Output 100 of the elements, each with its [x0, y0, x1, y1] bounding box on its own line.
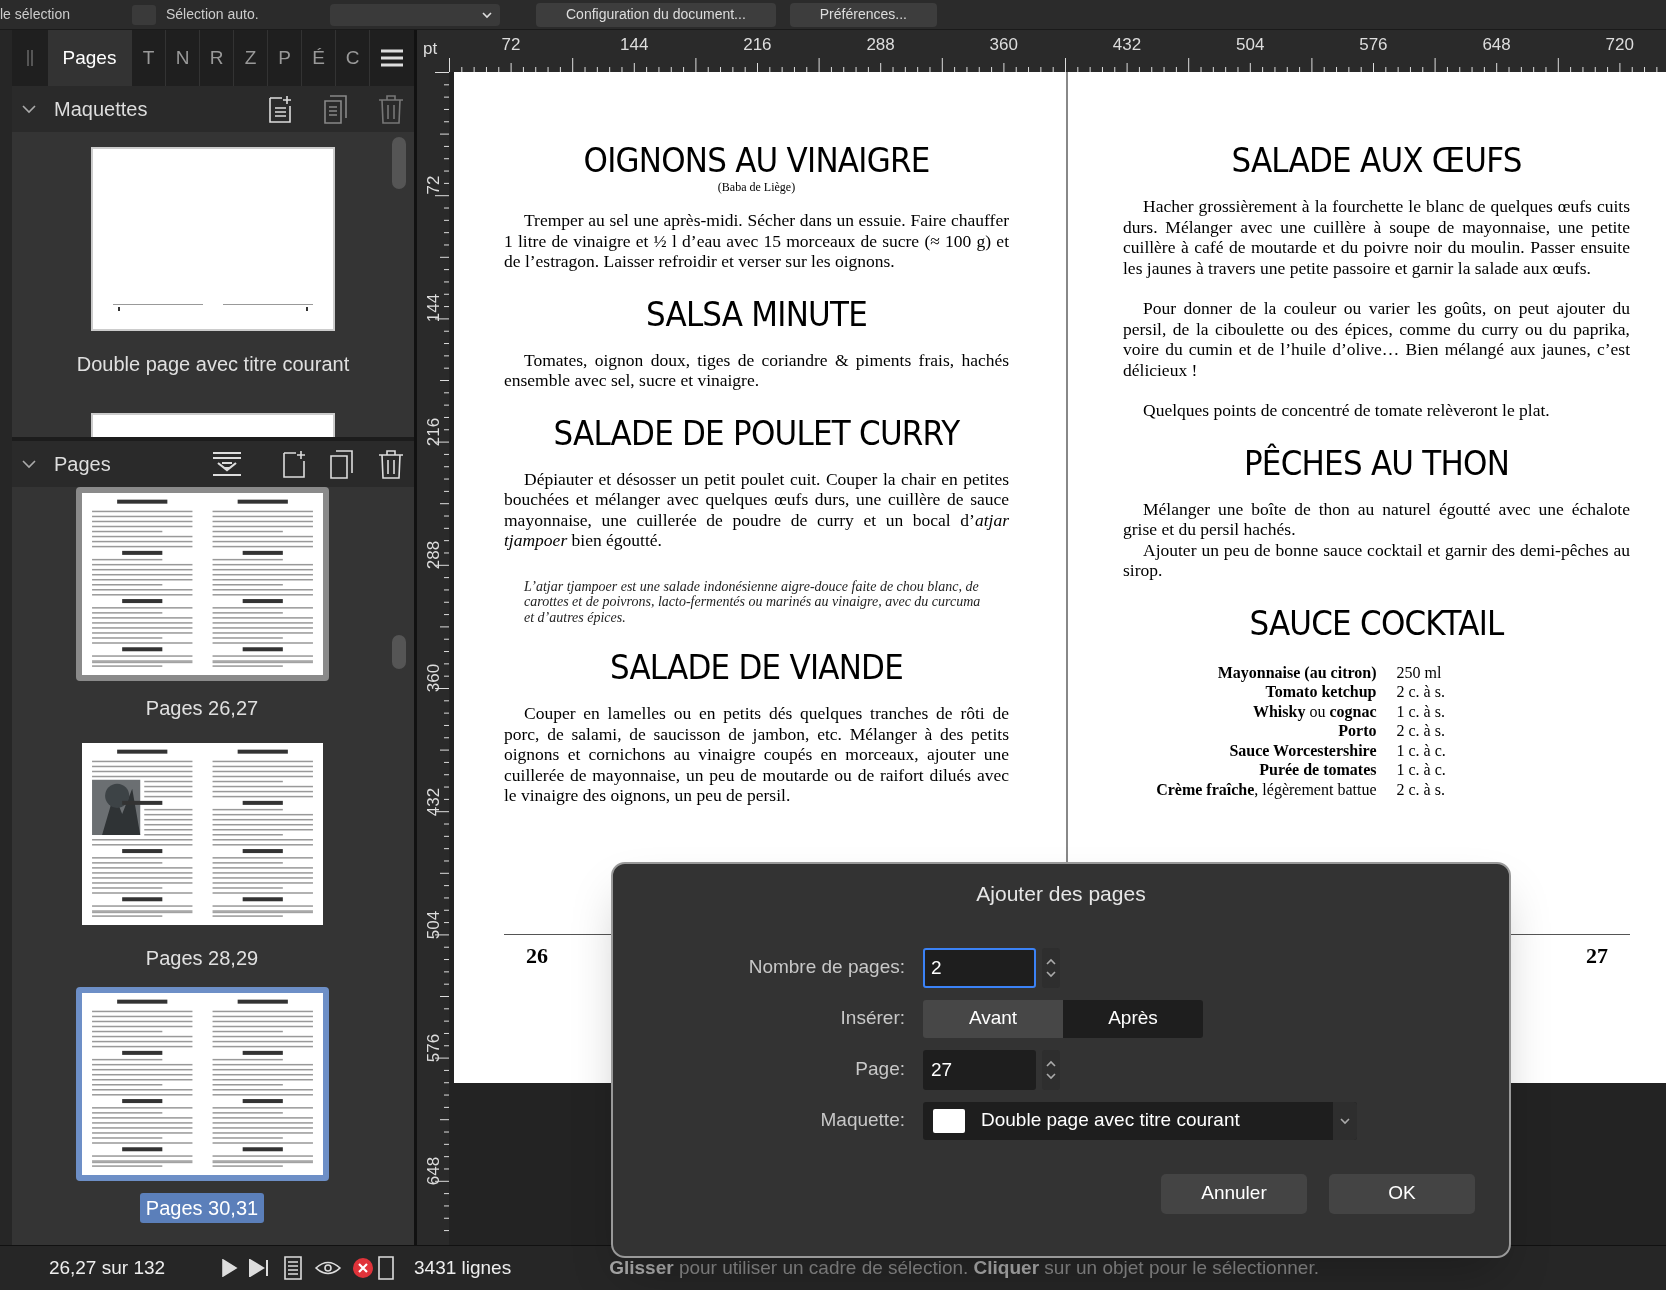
segment-button[interactable]: Avant — [923, 999, 1063, 1038]
recipe-title: PÊCHES AU THON — [1242, 441, 1511, 485]
ruler-label: 576 — [1358, 34, 1389, 56]
ruler-label: 216 — [423, 416, 443, 448]
segment-button[interactable]: Après — [1063, 999, 1203, 1038]
document-icon[interactable] — [376, 1255, 396, 1281]
ingredient-name: Mayonnaise (au citron) — [1216, 662, 1377, 682]
dialog-button[interactable]: Annuler — [1161, 1173, 1307, 1214]
field-label: Maquette: — [819, 1108, 906, 1133]
text-flow-icon[interactable] — [212, 450, 242, 478]
field-label: Page: — [854, 1057, 906, 1082]
ingredient-name: Crème fraîche, légèrement battue — [1155, 779, 1377, 799]
page-number: 27 — [1586, 942, 1608, 970]
recipe-paragraph: Quelques points de concentré de tomate relèveront le plat. — [1142, 400, 1551, 421]
number-field[interactable]: 2 — [923, 947, 1036, 988]
skip-to-end-icon[interactable] — [248, 1259, 270, 1277]
ruler-label: 576 — [423, 1032, 443, 1065]
chevron-down-icon[interactable] — [1046, 1071, 1056, 1080]
ruler-label: 360 — [423, 663, 443, 695]
ingredient-name: Sauce Worcestershire — [1228, 740, 1377, 760]
ingredient-quantity: 1 c. à s. — [1396, 701, 1446, 721]
add-page-icon[interactable] — [282, 449, 306, 479]
ingredient-quantity: 2 c. à s. — [1396, 721, 1446, 741]
recipe-subtitle: (Baba de Liège) — [716, 180, 797, 194]
ruler-label: 648 — [1481, 34, 1512, 56]
ruler-label: 288 — [865, 34, 896, 56]
error-icon[interactable] — [352, 1257, 374, 1279]
field-label: Nombre de pages: — [747, 955, 906, 980]
field-label: Insérer: — [839, 1006, 906, 1031]
scrollbar-thumb[interactable] — [392, 137, 406, 189]
chevron-down-icon[interactable] — [1046, 969, 1056, 978]
recipe-title: SALADE AUX ŒUFS — [1230, 139, 1523, 182]
recipe-paragraph: Ajouter un peu de bonne sauce cocktail et garnir des demi-pêches au sirop. — [1123, 539, 1630, 581]
ruler-label: 216 — [742, 34, 773, 56]
chevron-down-icon[interactable] — [1340, 1116, 1350, 1125]
recipe-title: SAUCE COCKTAIL — [1248, 601, 1505, 645]
ruler-label: 432 — [1111, 34, 1143, 56]
recipe-paragraph: Hacher grossièrement à la fourchette le blanc de quelques œufs cuits durs. Mélanger avec une cuillère à soupe de mayonnaise, une petite cuillère à café de moutarde et du poivre noir du moulin. Passer ensuite les jaunes à travers une petite passoire et garnir la salade aux œufs. — [1123, 196, 1630, 278]
status-hint: Glisser pour utiliser un cadre de sélection. Cliquer sur un objet pour le sélectionner. — [609, 1255, 1319, 1280]
add-page-icon[interactable] — [268, 94, 292, 124]
play-icon[interactable] — [220, 1259, 238, 1277]
ruler-unit: pt — [422, 38, 439, 60]
recipe-paragraph: Pour donner de la couleur ou varier les goûts, on peut ajouter du persil, de la ciboulette ou des épices, comme du curry ou du paprika, voire du cumin et de l’huile d’olive… Bien mélangé aux jaunes, c’est délicieux ! — [1123, 298, 1630, 380]
page-label[interactable]: Pages 30,31 — [139, 1193, 265, 1223]
recipe-title: SALSA MINUTE — [644, 292, 868, 336]
section-title: Pages — [54, 452, 112, 477]
duplicate-page-icon[interactable] — [328, 449, 356, 479]
ruler-label: 360 — [988, 34, 1019, 56]
master-preview-icon — [933, 1108, 965, 1133]
page-indicator[interactable]: 26,27 sur 132 — [12, 1253, 202, 1283]
stepper[interactable] — [1042, 1049, 1060, 1090]
section-title: Maquettes — [54, 97, 149, 122]
page-number: 26 — [526, 942, 548, 970]
master-dropdown[interactable]: Double page avec titre courant — [923, 1101, 1357, 1140]
ingredient-quantity: 2 c. à s. — [1396, 682, 1446, 702]
ingredient-name: Whisky ou cognac — [1251, 701, 1377, 721]
stepper[interactable] — [1042, 947, 1060, 988]
recipe-title: OIGNONS AU VINAIGRE — [582, 139, 931, 182]
ingredient-name: Porto — [1337, 721, 1377, 741]
chevron-up-icon[interactable] — [1046, 1059, 1056, 1068]
page-label[interactable]: Pages 26,27 — [139, 693, 265, 723]
scrollbar-thumb[interactable] — [392, 635, 406, 669]
ruler-label: 288 — [423, 539, 443, 572]
ruler-label: 72 — [500, 34, 522, 56]
toolbar-button[interactable]: Configuration du document... — [536, 2, 776, 27]
toolbar-button[interactable]: Préférences... — [789, 2, 937, 27]
ruler-label: 720 — [1604, 34, 1635, 56]
ruler-label: 432 — [423, 786, 443, 818]
ruler-label: 648 — [423, 1156, 443, 1188]
menu-icon[interactable] — [381, 48, 403, 68]
chevron-down-icon[interactable] — [22, 104, 36, 114]
ingredient-quantity: 2 c. à s. — [1396, 779, 1446, 799]
ingredient-quantity: 250 ml — [1396, 662, 1443, 682]
toolbar-label: le sélection — [0, 5, 72, 24]
chevron-down-icon[interactable] — [22, 459, 36, 469]
panel-tab[interactable]: Pages — [48, 30, 132, 86]
ruler-label: 504 — [1235, 34, 1266, 56]
number-field[interactable]: 27 — [923, 1049, 1036, 1090]
page-label[interactable]: Pages 28,29 — [139, 943, 265, 973]
recipe-paragraph: Tremper au sel une après-midi. Sécher dans un essuie. Faire chauffer 1 litre de vinaigre et ½ l d’eau avec 15 morceaux de sucre (≈ 100 g) et de l’estragon. Laisser refroidir et verser sur les oignons. — [504, 210, 1009, 272]
document-icon[interactable] — [282, 1255, 304, 1281]
dialog-title: Ajouter des pages — [975, 881, 1147, 907]
dialog-button[interactable]: OK — [1329, 1173, 1475, 1214]
recipe-title: SALADE DE POULET CURRY — [552, 411, 961, 455]
chevron-up-icon[interactable] — [1046, 957, 1056, 966]
checkbox-label: Sélection auto. — [166, 5, 260, 24]
duplicate-page-icon[interactable] — [322, 94, 350, 124]
dropdown-value: Double page avec titre courant — [981, 1108, 1241, 1133]
ruler-label: 504 — [423, 909, 443, 941]
ruler-label: 144 — [423, 293, 443, 325]
recipe-paragraph: Dépiauter et désosser un petit poulet cuit. Couper la chair en petites bouchées et mélanger avec quelques œufs durs, une cuillère de sauce mayonnaise, une cuillerée de poudre de curry et un bocal d’atjar tjampoer bien égoutté. — [504, 468, 1009, 551]
ingredient-quantity: 1 c. à c. — [1396, 740, 1447, 760]
ruler-label: 144 — [619, 34, 650, 56]
recipe-paragraph: Mélanger une boîte de thon au naturel égoutté avec une échalote grise et du persil hachés. — [1123, 498, 1630, 540]
ingredient-quantity: 1 c. à c. — [1396, 760, 1447, 780]
recipe-title: SALADE DE VIANDE — [608, 646, 905, 689]
ingredient-name: Purée de tomates — [1258, 760, 1377, 780]
recipe-paragraph: Tomates, oignon doux, tiges de coriandre & piments frais, hachés ensemble avec sel, sucre et vinaigre. — [504, 349, 1009, 391]
master-thumbnail[interactable] — [91, 147, 335, 331]
master-name[interactable]: Double page avec titre courant — [76, 349, 350, 379]
